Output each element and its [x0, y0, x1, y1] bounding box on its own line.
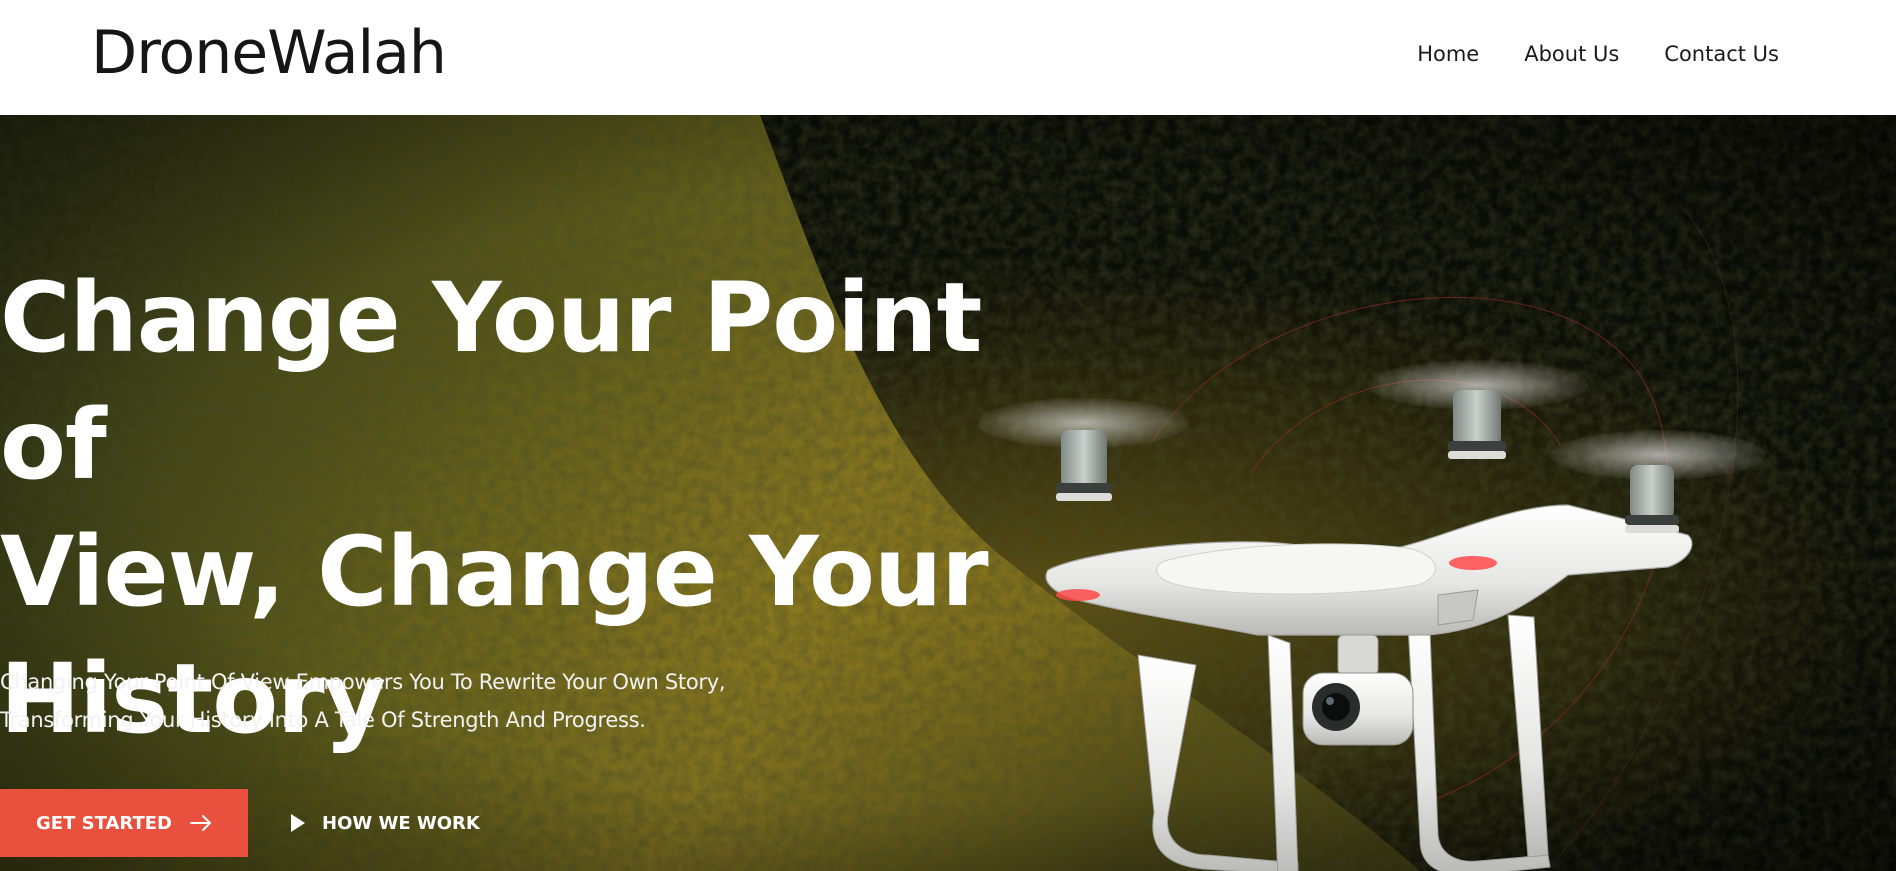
hero-subtitle: Changing Your Point Of View Empowers You… [0, 663, 760, 739]
main-nav: Home About Us Contact Us [1417, 42, 1779, 66]
site-logo[interactable]: DroneWalah [91, 18, 447, 88]
arrow-right-icon [189, 815, 212, 831]
how-we-work-button[interactable]: HOW WE WORK [290, 789, 480, 857]
drone-image [978, 360, 1766, 871]
hero-subtitle-line: Transforming Your History Into A Tale Of… [0, 708, 646, 732]
nav-contact-us-link[interactable]: Contact Us [1664, 42, 1779, 66]
hero-section: Change Your Point of View, Change Your H… [0, 115, 1896, 871]
play-icon [290, 813, 306, 833]
nav-home-link[interactable]: Home [1417, 42, 1479, 66]
how-we-work-label: HOW WE WORK [322, 812, 480, 834]
hero-title-line: Change Your Point of [0, 262, 982, 501]
get-started-button[interactable]: GET STARTED [0, 789, 248, 857]
hero-title-line: View, Change Your [0, 516, 989, 628]
site-header: DroneWalah Home About Us Contact Us [0, 0, 1896, 115]
get-started-label: GET STARTED [36, 812, 172, 834]
nav-about-us-link[interactable]: About Us [1524, 42, 1619, 66]
hero-subtitle-line: Changing Your Point Of View Empowers You… [0, 670, 726, 694]
